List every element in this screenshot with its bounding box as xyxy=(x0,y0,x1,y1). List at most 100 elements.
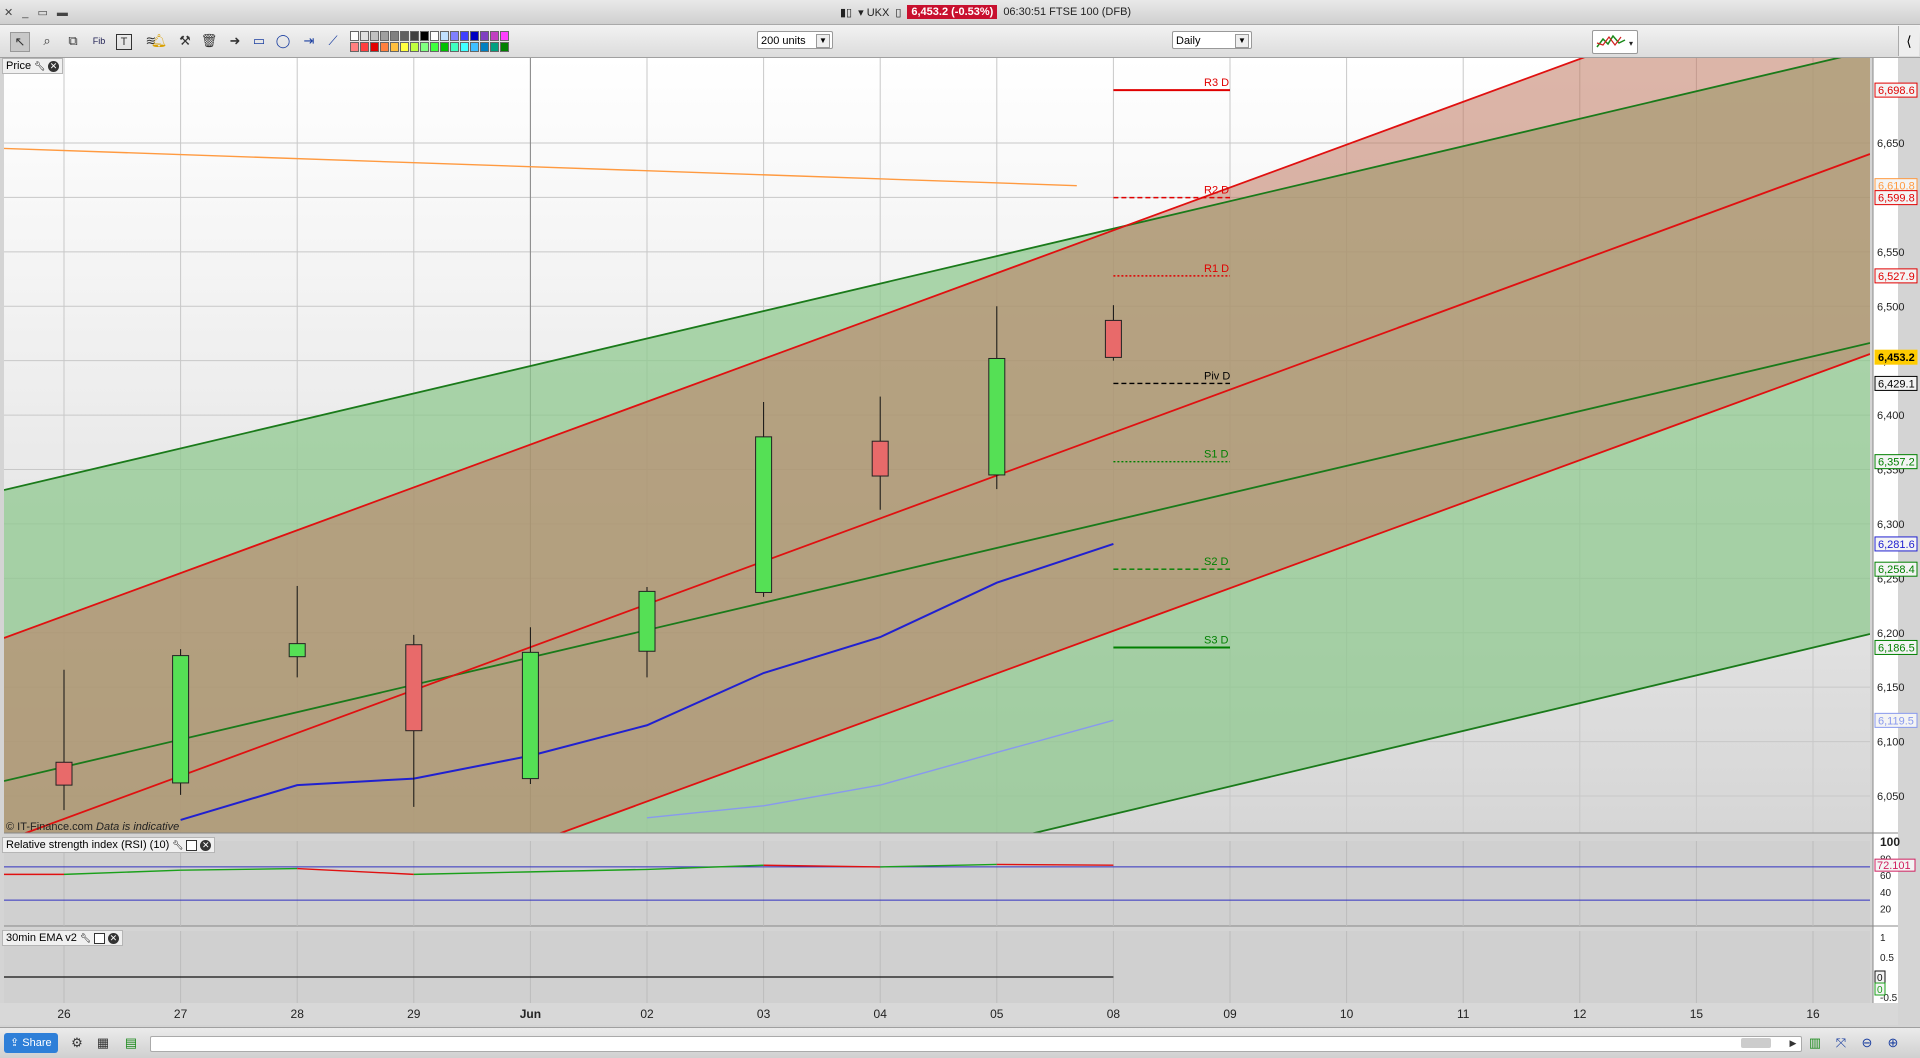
price-axis-tick: 6,500 xyxy=(1877,301,1905,313)
color-swatch[interactable] xyxy=(500,31,509,41)
color-swatch[interactable] xyxy=(410,42,419,52)
color-swatch[interactable] xyxy=(450,42,459,52)
zoom-in-icon[interactable]: ⊕ xyxy=(1884,1034,1902,1052)
units-select[interactable]: 200 units ▼ xyxy=(757,31,833,49)
close-icon[interactable]: ✕ xyxy=(107,932,119,944)
magic-wand-icon[interactable]: ⚒ xyxy=(176,32,194,50)
ema-marker-label: 0 xyxy=(1877,985,1883,996)
trendline-icon[interactable]: ⟋ xyxy=(324,32,342,50)
layout-icon[interactable]: ▦ xyxy=(94,1034,112,1052)
ema-panel-title: 30min EMA v2 xyxy=(6,932,77,944)
info-icon[interactable]: ▯ xyxy=(895,6,901,19)
x-axis-tick: 27 xyxy=(174,1007,188,1021)
maximize-icon[interactable] xyxy=(186,839,198,851)
wrench-icon[interactable]: 🔧︎ xyxy=(34,61,45,72)
price-axis-tick: 6,650 xyxy=(1877,138,1905,150)
zoom-fit-icon[interactable]: ⤧ xyxy=(1832,1034,1850,1052)
template-icon[interactable]: ▤ xyxy=(122,1034,140,1052)
wrench-icon[interactable]: 🔧︎ xyxy=(80,933,91,944)
color-swatch[interactable] xyxy=(400,31,409,41)
axis-marker-label: 6,186.5 xyxy=(1878,642,1915,654)
chart-scrollbar[interactable] xyxy=(150,1036,1802,1052)
color-swatch[interactable] xyxy=(390,42,399,52)
color-swatch[interactable] xyxy=(400,42,409,52)
color-swatch[interactable] xyxy=(450,31,459,41)
interval-select[interactable]: Daily ▼ xyxy=(1172,31,1252,49)
zoom-icon[interactable]: ⌕ xyxy=(38,32,56,50)
zoom-out-icon[interactable]: ⊖ xyxy=(1858,1034,1876,1052)
color-swatch[interactable] xyxy=(390,31,399,41)
x-axis-tick: 16 xyxy=(1806,1007,1820,1021)
wrench-icon[interactable]: 🔧︎ xyxy=(172,840,183,851)
color-swatch[interactable] xyxy=(460,42,469,52)
chart-canvas: R3 D R2 D R1 D Piv D S1 D S2 D S3 D 6,050 6,100 6… xyxy=(0,58,1918,1025)
candle-body xyxy=(172,655,190,784)
text-icon[interactable]: T xyxy=(116,34,132,50)
maximize-icon[interactable] xyxy=(93,932,105,944)
color-swatch[interactable] xyxy=(360,31,369,41)
rsi-axis-tick: 40 xyxy=(1880,888,1892,899)
rsi-line-segment xyxy=(996,863,1114,866)
axis-marker-label: 6,429.1 xyxy=(1878,378,1915,390)
color-swatch[interactable] xyxy=(500,42,509,52)
color-swatch[interactable] xyxy=(350,31,359,41)
pivot-label: Piv D xyxy=(1204,370,1230,382)
close-icon[interactable]: ✕ xyxy=(200,839,212,851)
indicator-icon[interactable]: ⧉ xyxy=(64,32,82,50)
color-swatch[interactable] xyxy=(430,42,439,52)
price-axis-tick: 6,550 xyxy=(1877,247,1905,259)
price-axis-tick: 6,050 xyxy=(1877,791,1905,803)
color-swatch[interactable] xyxy=(410,31,419,41)
axis-marker-label: 6,119.5 xyxy=(1878,715,1914,727)
color-swatches[interactable] xyxy=(350,31,510,53)
x-axis-tick: 29 xyxy=(407,1007,421,1021)
color-swatch[interactable] xyxy=(420,42,429,52)
color-swatch[interactable] xyxy=(490,31,499,41)
color-swatch[interactable] xyxy=(480,31,489,41)
settings-icon[interactable]: ⚙ xyxy=(68,1034,86,1052)
color-swatch[interactable] xyxy=(360,42,369,52)
window-titlebar: ✕ _ ▭ ▬ ▮▯ ▾ UKX ▯ 6,453.2 (-0.53%) 06:3… xyxy=(0,0,1920,25)
color-swatch[interactable] xyxy=(490,42,499,52)
scroll-thumb[interactable] xyxy=(1741,1038,1771,1048)
scroll-right-icon[interactable]: ▶ xyxy=(1784,1034,1802,1052)
color-swatch[interactable] xyxy=(420,31,429,41)
color-swatch[interactable] xyxy=(370,42,379,52)
color-swatch[interactable] xyxy=(440,42,449,52)
window-controls[interactable]: ✕ _ ▭ ▬ xyxy=(4,6,71,19)
rectangle-icon[interactable]: ▭ xyxy=(250,32,268,50)
fib-icon[interactable]: Fib xyxy=(90,32,108,50)
color-swatch[interactable] xyxy=(440,31,449,41)
color-swatch[interactable] xyxy=(370,31,379,41)
ellipse-icon[interactable]: ◯ xyxy=(274,32,292,50)
x-axis-tick: Jun xyxy=(520,1007,541,1021)
price-axis-tick: 6,200 xyxy=(1877,628,1905,640)
collapse-panel-icon[interactable]: ⟨ xyxy=(1898,26,1919,56)
share-button[interactable]: ⇪ Share xyxy=(4,1033,58,1053)
hline-icon[interactable]: ⇥ xyxy=(300,32,318,50)
color-swatch[interactable] xyxy=(480,42,489,52)
ema-axis-tick: 0.5 xyxy=(1880,953,1894,964)
axis-marker-label: 6,453.2 xyxy=(1878,352,1915,364)
strategy-button[interactable]: ▾ xyxy=(1592,30,1638,54)
color-swatch[interactable] xyxy=(380,42,389,52)
color-swatch[interactable] xyxy=(430,31,439,41)
close-icon[interactable]: ✕ xyxy=(48,60,60,72)
copyright-note: Data is indicative xyxy=(96,821,180,833)
rsi-panel-title: Relative strength index (RSI) (10) xyxy=(6,839,170,851)
price-axis-tick: 6,100 xyxy=(1877,737,1905,749)
arrow-icon[interactable]: ➜ xyxy=(226,32,244,50)
color-swatch[interactable] xyxy=(470,31,479,41)
pointer-icon[interactable]: ↖ xyxy=(10,32,30,52)
trash-icon[interactable]: 🗑︎ xyxy=(200,32,218,50)
symbol-dropdown[interactable]: ▾ UKX xyxy=(858,6,889,19)
x-axis-tick: 09 xyxy=(1223,1007,1237,1021)
color-swatch[interactable] xyxy=(460,31,469,41)
x-axis-tick: 02 xyxy=(640,1007,654,1021)
chart-type-icon[interactable]: ▥ xyxy=(1806,1034,1824,1052)
color-swatch[interactable] xyxy=(380,31,389,41)
color-swatch[interactable] xyxy=(470,42,479,52)
axis-marker-label: 6,527.9 xyxy=(1878,271,1915,283)
color-swatch[interactable] xyxy=(350,42,359,52)
alert-bell-icon[interactable]: 🔔︎ xyxy=(150,32,168,50)
